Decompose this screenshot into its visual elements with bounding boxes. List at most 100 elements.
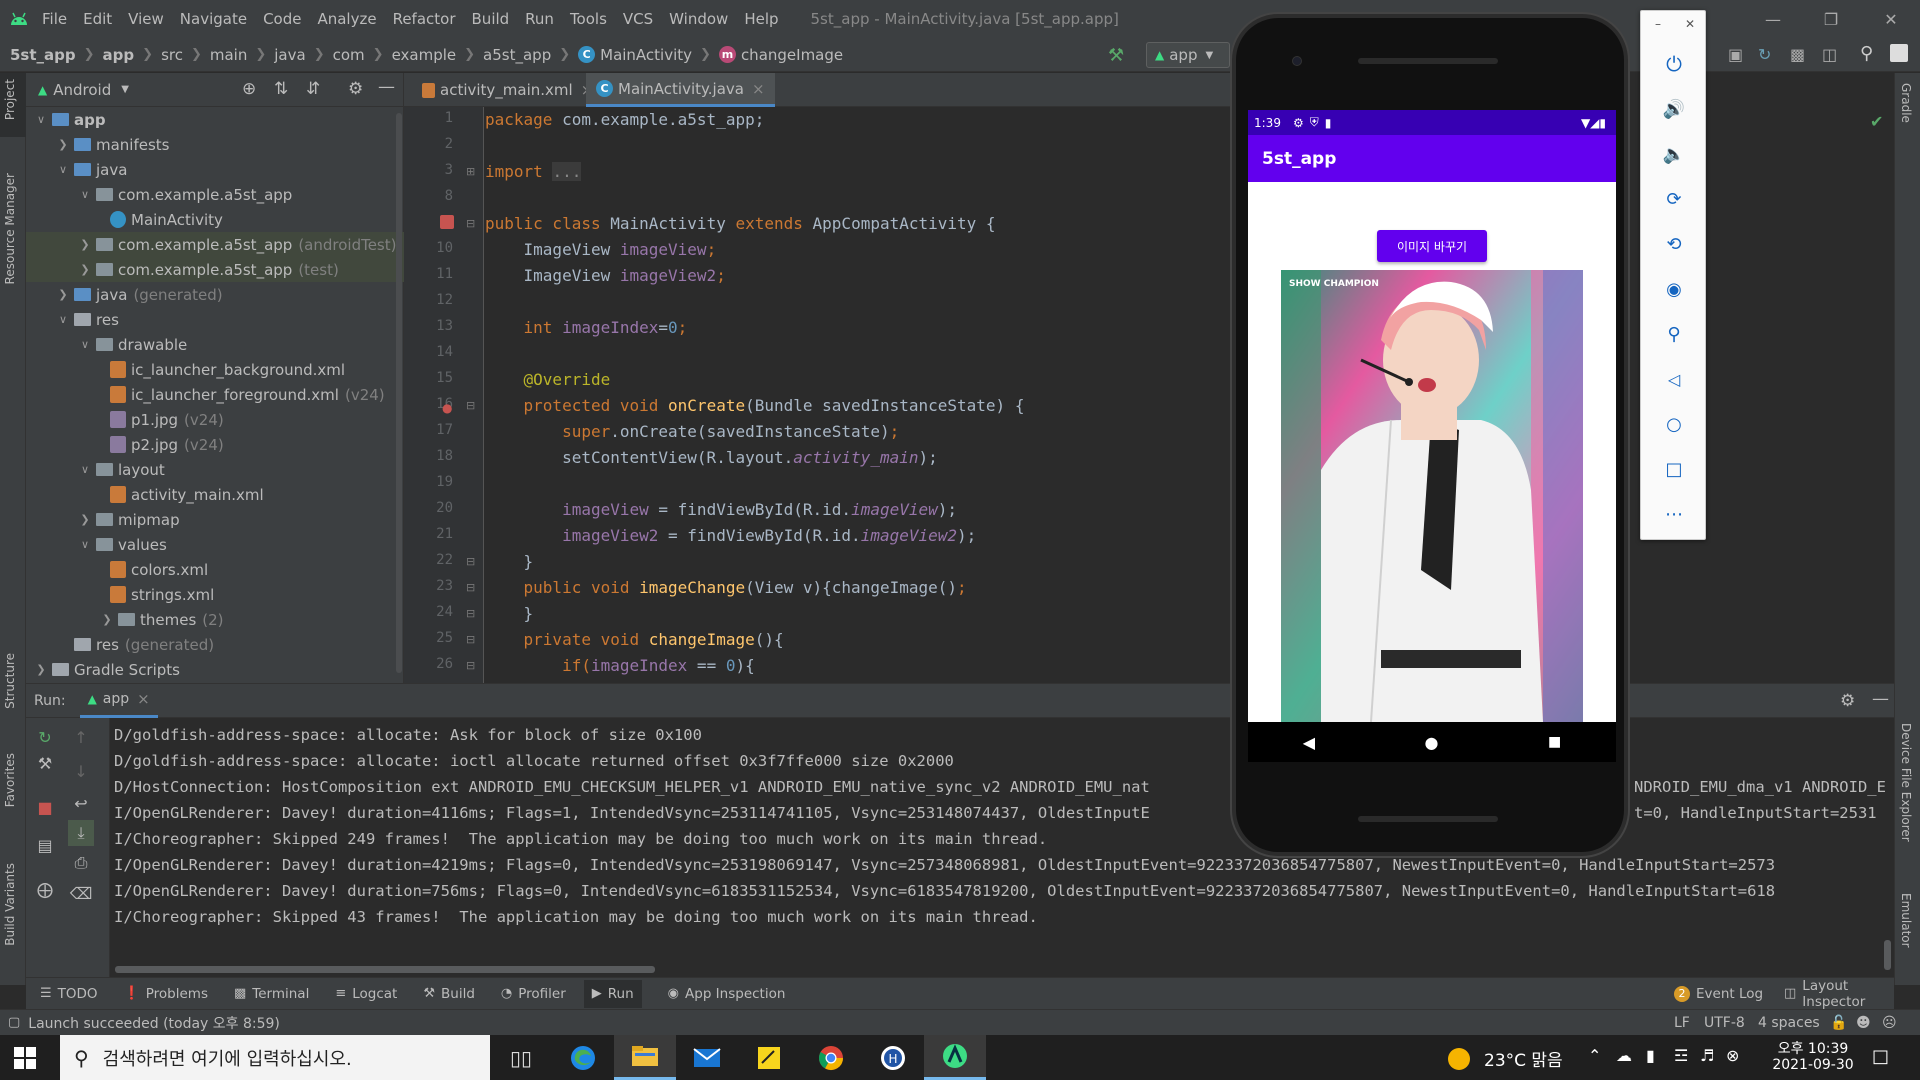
overview-icon[interactable]: □ (1661, 456, 1687, 482)
gear-icon[interactable]: ⚙ (1840, 691, 1855, 711)
tool-build[interactable]: ⚒ Build (423, 986, 475, 1002)
override-gutter-icon[interactable]: ● (442, 401, 452, 415)
battery-icon[interactable]: ▮ (1646, 1046, 1655, 1065)
search-icon[interactable]: ⚲ (1860, 43, 1873, 64)
chevron-down-icon[interactable]: ∨ (78, 188, 92, 201)
menu-refactor[interactable]: Refactor (385, 10, 464, 28)
tree-item-ic-launcher-background[interactable]: ic_launcher_background.xml (26, 357, 404, 382)
android-studio-taskbar-icon[interactable] (924, 1035, 986, 1080)
fold-icon[interactable]: ⊟ (466, 399, 475, 412)
chevron-right-icon[interactable]: ❯ (100, 613, 114, 626)
resource-manager-stripe-label[interactable]: Resource Manager (3, 173, 17, 284)
breadcrumb-com[interactable]: com (333, 46, 365, 64)
wrench-icon[interactable]: ⚒ (32, 750, 58, 776)
tree-item-drawable[interactable]: ∨ drawable (26, 332, 404, 357)
tool-run[interactable]: ▶ Run (583, 979, 642, 1008)
soft-wrap-icon[interactable]: ↩ (68, 790, 94, 816)
menu-window[interactable]: Window (661, 10, 736, 28)
print-icon[interactable]: ⎙ (68, 850, 94, 876)
close-circle-icon[interactable]: ⊗ (1726, 1046, 1739, 1065)
menu-run[interactable]: Run (517, 10, 562, 28)
gradle-stripe-label[interactable]: Gradle (1899, 83, 1913, 123)
back-icon[interactable]: ◁ (1661, 366, 1687, 392)
tree-item-mainactivity[interactable]: MainActivity (26, 207, 404, 232)
rotate-left-icon[interactable]: ⟳ (1661, 186, 1687, 212)
tray-chevron-up-icon[interactable]: ⌃ (1588, 1046, 1601, 1065)
tool-logcat[interactable]: ≡ Logcat (335, 986, 397, 1002)
task-view-icon[interactable]: ▯▯ (490, 1035, 552, 1080)
tool-problems[interactable]: ❗ Problems (124, 986, 208, 1002)
menu-edit[interactable]: Edit (75, 10, 120, 28)
tree-item-package-test[interactable]: ❯ com.example.a5st_app (test) (26, 257, 404, 282)
fold-icon[interactable]: ⊟ (466, 581, 475, 594)
arrow-down-icon[interactable]: ↓ (68, 758, 94, 784)
pin-icon[interactable]: ⨁ (32, 876, 58, 902)
tree-item-mipmap[interactable]: ❯ mipmap (26, 507, 404, 532)
zoom-icon[interactable]: ⚲ (1661, 321, 1687, 347)
menu-help[interactable]: Help (736, 10, 786, 28)
tree-item-strings[interactable]: strings.xml (26, 582, 404, 607)
volume-icon[interactable]: ♬ (1700, 1046, 1714, 1065)
indent-setting[interactable]: 4 spaces (1758, 1015, 1820, 1031)
sticky-notes-icon[interactable] (738, 1035, 800, 1080)
hide-panel-icon[interactable]: — (1872, 689, 1889, 709)
menu-file[interactable]: File (34, 10, 75, 28)
clock-date[interactable]: 2021-09-30 (1770, 1057, 1856, 1073)
tool-app-inspection[interactable]: ◉ App Inspection (668, 986, 786, 1002)
clock-time[interactable]: 오후 10:39 (1770, 1038, 1856, 1058)
tree-item-package-androidtest[interactable]: ❯ com.example.a5st_app (androidTest) (26, 232, 404, 257)
tool-terminal[interactable]: ▩ Terminal (234, 986, 309, 1002)
chevron-down-icon[interactable]: ∨ (78, 338, 92, 351)
more-icon[interactable]: ⋯ (1661, 501, 1687, 527)
menu-code[interactable]: Code (255, 10, 309, 28)
hide-panel-icon[interactable]: — (378, 77, 395, 97)
breadcrumb-java[interactable]: java (274, 46, 305, 64)
avd-manager-icon[interactable]: ▩ (1790, 45, 1805, 64)
weather-text[interactable]: 23°C 맑음 (1484, 1046, 1563, 1071)
tree-item-res-generated[interactable]: res (generated) (26, 632, 404, 657)
tool-event-log[interactable]: 2 Event Log (1674, 985, 1763, 1002)
breadcrumb-method[interactable]: changeImage (741, 46, 843, 64)
tree-item-app[interactable]: ∨ app (26, 107, 404, 132)
status-message[interactable]: Launch succeeded (today 오후 8:59) (28, 1013, 280, 1033)
chevron-right-icon[interactable]: ❯ (78, 513, 92, 526)
project-tool-button[interactable]: Project (0, 73, 26, 137)
wifi-icon[interactable]: ☲ (1674, 1046, 1688, 1065)
chevron-right-icon[interactable]: ❯ (56, 138, 70, 151)
rerun-icon[interactable]: ↻ (32, 724, 58, 750)
class-gutter-icon[interactable] (440, 215, 454, 229)
inspection-ok-icon[interactable]: ✔ (1870, 112, 1883, 131)
tab-activity-main[interactable]: activity_main.xml × (408, 73, 603, 107)
home-nav-icon[interactable]: ● (1425, 733, 1439, 752)
chevron-down-icon[interactable]: ∨ (78, 463, 92, 476)
emulator-stripe-label[interactable]: Emulator (1899, 893, 1913, 948)
hangul-word-icon[interactable]: H (862, 1035, 924, 1080)
menu-analyze[interactable]: Analyze (309, 10, 384, 28)
edge-icon[interactable] (552, 1035, 614, 1080)
menu-navigate[interactable]: Navigate (172, 10, 255, 28)
sdk-manager-icon[interactable]: ◫ (1822, 45, 1837, 64)
scroll-to-end-icon[interactable]: ⤓ (68, 820, 94, 846)
hammer-build-icon[interactable]: ⚒ (1108, 45, 1124, 66)
tree-item-layout[interactable]: ∨ layout (26, 457, 404, 482)
tree-item-java[interactable]: ∨ java (26, 157, 404, 182)
tool-profiler[interactable]: ◔ Profiler (501, 986, 566, 1002)
console-horizontal-scrollbar[interactable] (115, 966, 655, 973)
run-tab-app[interactable]: ▲ app × (79, 684, 158, 718)
inspector-face-icon[interactable]: ☻ (1856, 1015, 1871, 1031)
tree-item-p2[interactable]: p2.jpg (v24) (26, 432, 404, 457)
sync-icon[interactable]: ↻ (1758, 45, 1771, 64)
home-icon[interactable]: ○ (1661, 411, 1687, 437)
build-variants-stripe-label[interactable]: Build Variants (3, 863, 17, 946)
breadcrumb-example[interactable]: example (392, 46, 457, 64)
fold-icon[interactable]: ⊞ (466, 165, 475, 178)
tree-item-package-main[interactable]: ∨ com.example.a5st_app (26, 182, 404, 207)
restore-icon[interactable]: ❐ (1802, 0, 1860, 38)
project-scrollbar[interactable] (396, 113, 402, 673)
chrome-icon[interactable] (800, 1035, 862, 1080)
run-config-selector[interactable]: ▲ app ▼ (1146, 42, 1230, 68)
tool-layout-inspector[interactable]: ◫ Layout Inspector (1784, 978, 1894, 1010)
close-tab-icon[interactable]: × (752, 80, 765, 98)
notification-icon[interactable]: □ (1872, 1046, 1889, 1067)
structure-stripe-label[interactable]: Structure (3, 653, 17, 709)
